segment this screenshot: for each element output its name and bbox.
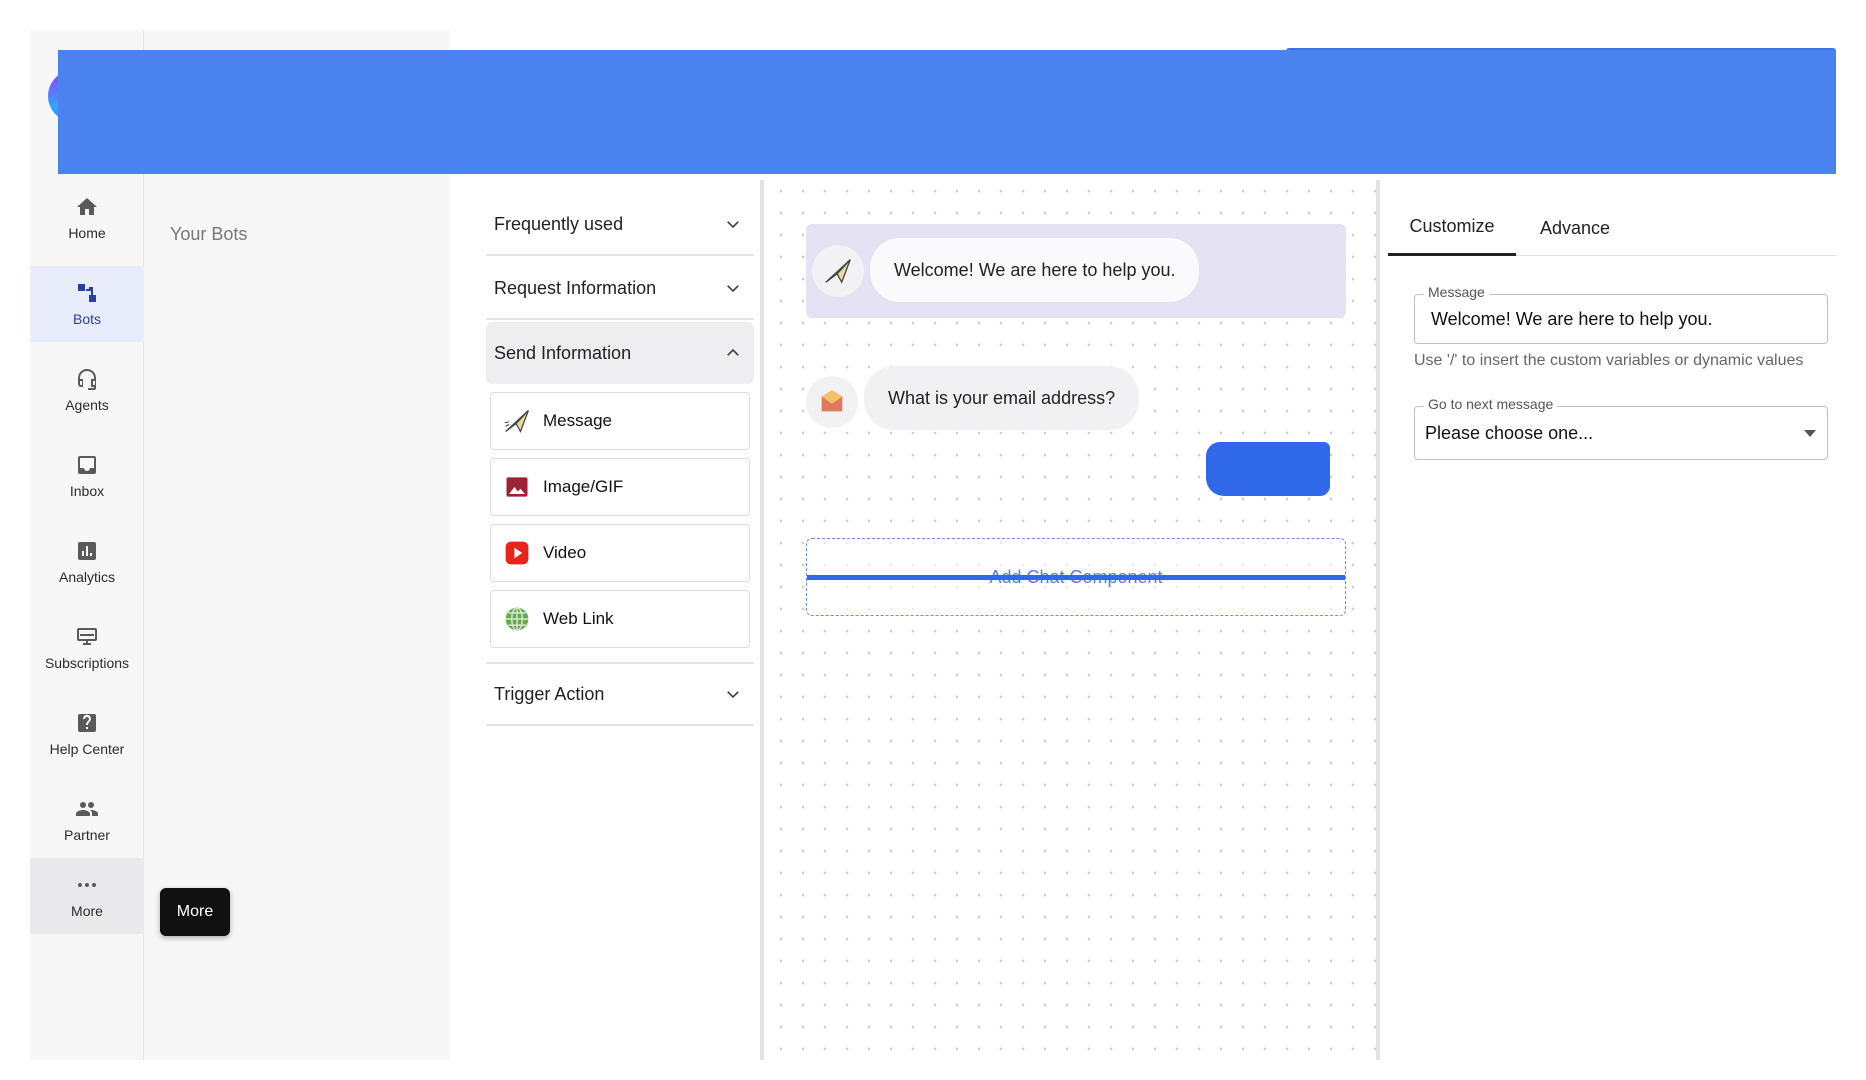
select-value: Please choose one...: [1425, 422, 1594, 443]
people-icon: [76, 802, 98, 816]
envelope-icon: [821, 389, 843, 412]
redaction-line: [807, 575, 1345, 580]
node-avatar: [806, 376, 858, 428]
section-title: Request Information: [494, 277, 657, 298]
paper-plane-icon: [825, 259, 851, 284]
chevron-down-icon: [727, 691, 739, 699]
nav-item-label: More: [71, 903, 103, 919]
component-label: Video: [543, 543, 587, 562]
nav-item-label: Agents: [65, 397, 109, 413]
analytics-icon: [78, 542, 96, 560]
home-icon: [77, 198, 97, 215]
component-label: Message: [543, 411, 612, 430]
nav-item-label: Inbox: [69, 483, 105, 499]
nav-item-help-center[interactable]: Help Center: [30, 696, 144, 772]
section-title: Trigger Action: [494, 683, 605, 704]
globe-icon: [505, 606, 529, 632]
caret-down-icon: [1804, 430, 1816, 437]
component-label: Web Link: [543, 609, 614, 628]
nav-item-label: Partner: [64, 827, 110, 843]
nav-item-more[interactable]: More: [30, 858, 144, 934]
chevron-down-icon: [727, 221, 739, 229]
component-video[interactable]: Video: [490, 524, 750, 582]
properties-panel: Customize Advance Welcome! We are here t…: [1388, 180, 1836, 1060]
message-field[interactable]: Welcome! We are here to help you.: [1414, 294, 1828, 344]
component-image-gif[interactable]: Image/GIF: [490, 458, 750, 516]
nav-item-home[interactable]: Home: [30, 180, 144, 256]
nav-item-label: Subscriptions: [44, 655, 130, 671]
flow-canvas[interactable]: Welcome! We are here to help you. What i…: [770, 180, 1380, 1060]
component-label: Image/GIF: [543, 477, 624, 496]
nav-item-label: Analytics: [58, 569, 116, 585]
bots-panel-title: Your Bots: [170, 224, 248, 244]
message-bubble[interactable]: What is your email address?: [864, 366, 1140, 430]
tab-customize[interactable]: Customize: [1388, 200, 1516, 256]
section-title: Send Information: [494, 342, 632, 363]
nav-rail: Home Bots Agents Inbox Analytics Subscri…: [30, 30, 144, 1060]
bots-icon: [78, 284, 96, 302]
message-bubble: Welcome! We are here to help you.: [870, 238, 1200, 302]
nav-item-label: Bots: [72, 311, 101, 327]
more-tooltip: More: [160, 888, 230, 936]
components-panel: Frequently used Request Information Send…: [480, 180, 764, 1060]
next-message-select[interactable]: Please choose one...: [1414, 406, 1828, 460]
help-icon: [78, 714, 96, 732]
component-web-link[interactable]: Web Link: [490, 590, 750, 648]
nav-item-inbox[interactable]: Inbox: [30, 438, 144, 514]
nav-item-label: Home: [68, 225, 106, 241]
headset-icon: [78, 369, 96, 390]
chevron-up-icon: [727, 348, 739, 356]
add-chat-component-button[interactable]: Add Chat Component: [806, 538, 1346, 616]
node-avatar: [812, 245, 864, 297]
properties-tabs: Customize Advance: [1388, 200, 1836, 256]
nav-item-agents[interactable]: Agents: [30, 352, 144, 428]
message-field-label: Message: [1424, 284, 1489, 300]
component-message[interactable]: Message: [490, 392, 750, 450]
video-play-icon: [505, 541, 529, 565]
more-icon: [78, 883, 96, 887]
nav-item-analytics[interactable]: Analytics: [30, 524, 144, 600]
section-trigger-action[interactable]: Trigger Action: [486, 662, 754, 726]
section-send-information[interactable]: Send Information: [486, 322, 754, 384]
nav-item-partner[interactable]: Partner: [30, 782, 144, 858]
section-frequently-used[interactable]: Frequently used: [486, 194, 754, 256]
chevron-down-icon: [727, 285, 739, 293]
image-icon: [506, 477, 528, 497]
nav-item-subscriptions[interactable]: Subscriptions: [30, 610, 144, 686]
inbox-icon: [78, 456, 96, 474]
tab-advance[interactable]: Advance: [1516, 200, 1634, 256]
redaction-banner: [58, 50, 1836, 174]
section-title: Frequently used: [494, 213, 624, 234]
redaction-mark: [1206, 442, 1330, 496]
next-message-label: Go to next message: [1424, 396, 1558, 412]
paper-plane-icon: [504, 410, 529, 433]
section-request-information[interactable]: Request Information: [486, 258, 754, 320]
nav-item-label: Help Center: [49, 741, 125, 757]
message-helper-text: Use '/' to insert the custom variables o…: [1414, 352, 1804, 369]
subscriptions-icon: [77, 628, 97, 645]
nav-item-bots[interactable]: Bots: [30, 266, 144, 342]
message-node-selected[interactable]: Welcome! We are here to help you.: [806, 224, 1346, 318]
